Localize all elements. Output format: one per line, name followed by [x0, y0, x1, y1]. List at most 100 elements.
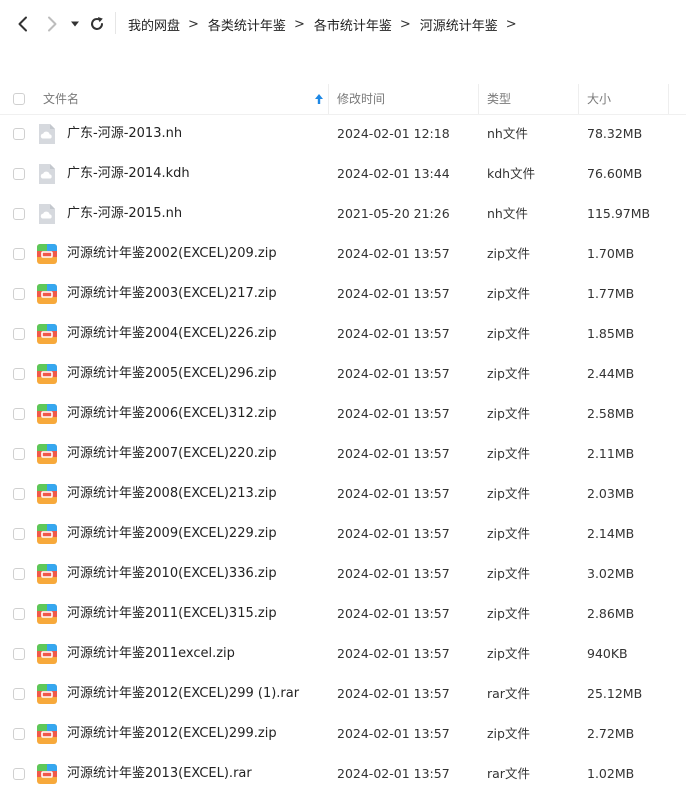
- column-divider[interactable]: [328, 84, 329, 114]
- file-modified-time: 2024-02-01 13:57: [337, 246, 450, 261]
- file-name[interactable]: 河源统计年鉴2002(EXCEL)209.zip: [67, 234, 277, 274]
- column-header-modified[interactable]: 修改时间: [337, 84, 385, 114]
- sort-ascending-arrow-icon[interactable]: [314, 92, 324, 106]
- row-checkbox[interactable]: [13, 488, 25, 500]
- file-row[interactable]: 河源统计年鉴2012(EXCEL)299 (1).rar 2024-02-01 …: [0, 674, 686, 714]
- row-checkbox[interactable]: [13, 288, 25, 300]
- column-header-type[interactable]: 类型: [487, 84, 511, 114]
- generic-file-icon: [37, 163, 57, 185]
- file-modified-time: 2024-02-01 13:57: [337, 686, 450, 701]
- row-checkbox[interactable]: [13, 168, 25, 180]
- refresh-icon: [91, 17, 103, 30]
- row-checkbox[interactable]: [13, 408, 25, 420]
- file-name[interactable]: 广东-河源-2014.kdh: [67, 154, 190, 194]
- file-name[interactable]: 河源统计年鉴2007(EXCEL)220.zip: [67, 434, 277, 474]
- file-modified-time: 2024-02-01 13:57: [337, 566, 450, 581]
- refresh-button[interactable]: [86, 12, 108, 36]
- file-modified-time: 2024-02-01 13:57: [337, 726, 450, 741]
- breadcrumb-item[interactable]: 各市统计年鉴: [314, 15, 392, 34]
- file-name[interactable]: 河源统计年鉴2010(EXCEL)336.zip: [67, 554, 277, 594]
- file-modified-time: 2024-02-01 13:57: [337, 406, 450, 421]
- file-row[interactable]: 河源统计年鉴2003(EXCEL)217.zip 2024-02-01 13:5…: [0, 274, 686, 314]
- file-row[interactable]: 广东-河源-2015.nh 2021-05-20 21:26 nh文件 115.…: [0, 194, 686, 234]
- file-row[interactable]: 河源统计年鉴2007(EXCEL)220.zip 2024-02-01 13:5…: [0, 434, 686, 474]
- file-name[interactable]: 河源统计年鉴2013(EXCEL).rar: [67, 754, 252, 794]
- file-row[interactable]: 河源统计年鉴2010(EXCEL)336.zip 2024-02-01 13:5…: [0, 554, 686, 594]
- history-dropdown-button[interactable]: [66, 12, 84, 36]
- file-row[interactable]: 河源统计年鉴2002(EXCEL)209.zip 2024-02-01 13:5…: [0, 234, 686, 274]
- file-name[interactable]: 河源统计年鉴2008(EXCEL)213.zip: [67, 474, 277, 514]
- row-checkbox[interactable]: [13, 128, 25, 140]
- archive-file-icon: [37, 243, 57, 265]
- file-name[interactable]: 河源统计年鉴2005(EXCEL)296.zip: [67, 354, 277, 394]
- file-modified-time: 2024-02-01 13:57: [337, 366, 450, 381]
- archive-file-icon: [37, 763, 57, 785]
- breadcrumb-separator-icon: >: [293, 16, 305, 32]
- row-checkbox[interactable]: [13, 528, 25, 540]
- column-divider[interactable]: [478, 84, 479, 114]
- file-type: zip文件: [487, 726, 530, 741]
- file-modified-time: 2021-05-20 21:26: [337, 206, 450, 221]
- row-checkbox[interactable]: [13, 688, 25, 700]
- breadcrumb-item-root[interactable]: 我的网盘: [128, 15, 180, 34]
- file-name[interactable]: 河源统计年鉴2003(EXCEL)217.zip: [67, 274, 277, 314]
- row-checkbox[interactable]: [13, 368, 25, 380]
- file-row[interactable]: 河源统计年鉴2008(EXCEL)213.zip 2024-02-01 13:5…: [0, 474, 686, 514]
- column-divider[interactable]: [578, 84, 579, 114]
- row-checkbox[interactable]: [13, 768, 25, 780]
- column-header-size[interactable]: 大小: [587, 84, 611, 114]
- navigation-bar: 我的网盘 > 各类统计年鉴 > 各市统计年鉴 > 河源统计年鉴 >: [0, 0, 686, 48]
- row-checkbox[interactable]: [13, 568, 25, 580]
- file-size: 2.86MB: [587, 606, 635, 621]
- select-all-checkbox[interactable]: [13, 93, 25, 105]
- file-modified-time: 2024-02-01 13:57: [337, 646, 450, 661]
- row-checkbox[interactable]: [13, 208, 25, 220]
- forward-button[interactable]: [41, 12, 63, 36]
- file-row[interactable]: 广东-河源-2014.kdh 2024-02-01 13:44 kdh文件 76…: [0, 154, 686, 194]
- file-size: 2.58MB: [587, 406, 635, 421]
- row-checkbox[interactable]: [13, 648, 25, 660]
- row-checkbox[interactable]: [13, 448, 25, 460]
- row-checkbox[interactable]: [13, 608, 25, 620]
- archive-file-icon: [37, 563, 57, 585]
- file-name[interactable]: 河源统计年鉴2011excel.zip: [67, 634, 235, 674]
- file-type: zip文件: [487, 646, 530, 661]
- file-list: 广东-河源-2013.nh 2024-02-01 12:18 nh文件 78.3…: [0, 114, 686, 794]
- file-row[interactable]: 河源统计年鉴2004(EXCEL)226.zip 2024-02-01 13:5…: [0, 314, 686, 354]
- file-modified-time: 2024-02-01 13:57: [337, 606, 450, 621]
- file-row[interactable]: 河源统计年鉴2011excel.zip 2024-02-01 13:57 zip…: [0, 634, 686, 674]
- row-checkbox[interactable]: [13, 248, 25, 260]
- breadcrumb-item-current[interactable]: 河源统计年鉴: [420, 15, 498, 34]
- row-checkbox[interactable]: [13, 328, 25, 340]
- file-name[interactable]: 广东-河源-2013.nh: [67, 114, 182, 154]
- file-row[interactable]: 河源统计年鉴2012(EXCEL)299.zip 2024-02-01 13:5…: [0, 714, 686, 754]
- file-name[interactable]: 河源统计年鉴2004(EXCEL)226.zip: [67, 314, 277, 354]
- file-modified-time: 2024-02-01 13:57: [337, 446, 450, 461]
- archive-file-icon: [37, 403, 57, 425]
- file-type: zip文件: [487, 526, 530, 541]
- file-row[interactable]: 河源统计年鉴2013(EXCEL).rar 2024-02-01 13:57 r…: [0, 754, 686, 794]
- generic-file-icon: [37, 203, 57, 225]
- row-checkbox[interactable]: [13, 728, 25, 740]
- file-size: 115.97MB: [587, 206, 651, 221]
- file-name[interactable]: 河源统计年鉴2009(EXCEL)229.zip: [67, 514, 277, 554]
- file-type: nh文件: [487, 206, 528, 221]
- file-size: 1.70MB: [587, 246, 635, 261]
- column-divider[interactable]: [668, 84, 669, 114]
- file-type: rar文件: [487, 766, 530, 781]
- file-row[interactable]: 河源统计年鉴2009(EXCEL)229.zip 2024-02-01 13:5…: [0, 514, 686, 554]
- column-header-name[interactable]: 文件名: [43, 84, 79, 114]
- file-row[interactable]: 河源统计年鉴2011(EXCEL)315.zip 2024-02-01 13:5…: [0, 594, 686, 634]
- file-row[interactable]: 广东-河源-2013.nh 2024-02-01 12:18 nh文件 78.3…: [0, 114, 686, 154]
- file-size: 3.02MB: [587, 566, 635, 581]
- file-name[interactable]: 河源统计年鉴2006(EXCEL)312.zip: [67, 394, 277, 434]
- file-name[interactable]: 广东-河源-2015.nh: [67, 194, 182, 234]
- back-button[interactable]: [12, 12, 34, 36]
- file-name[interactable]: 河源统计年鉴2012(EXCEL)299 (1).rar: [67, 674, 299, 714]
- breadcrumb-item[interactable]: 各类统计年鉴: [208, 15, 286, 34]
- file-row[interactable]: 河源统计年鉴2005(EXCEL)296.zip 2024-02-01 13:5…: [0, 354, 686, 394]
- file-name[interactable]: 河源统计年鉴2012(EXCEL)299.zip: [67, 714, 277, 754]
- file-row[interactable]: 河源统计年鉴2006(EXCEL)312.zip 2024-02-01 13:5…: [0, 394, 686, 434]
- file-type: zip文件: [487, 606, 530, 621]
- file-name[interactable]: 河源统计年鉴2011(EXCEL)315.zip: [67, 594, 277, 634]
